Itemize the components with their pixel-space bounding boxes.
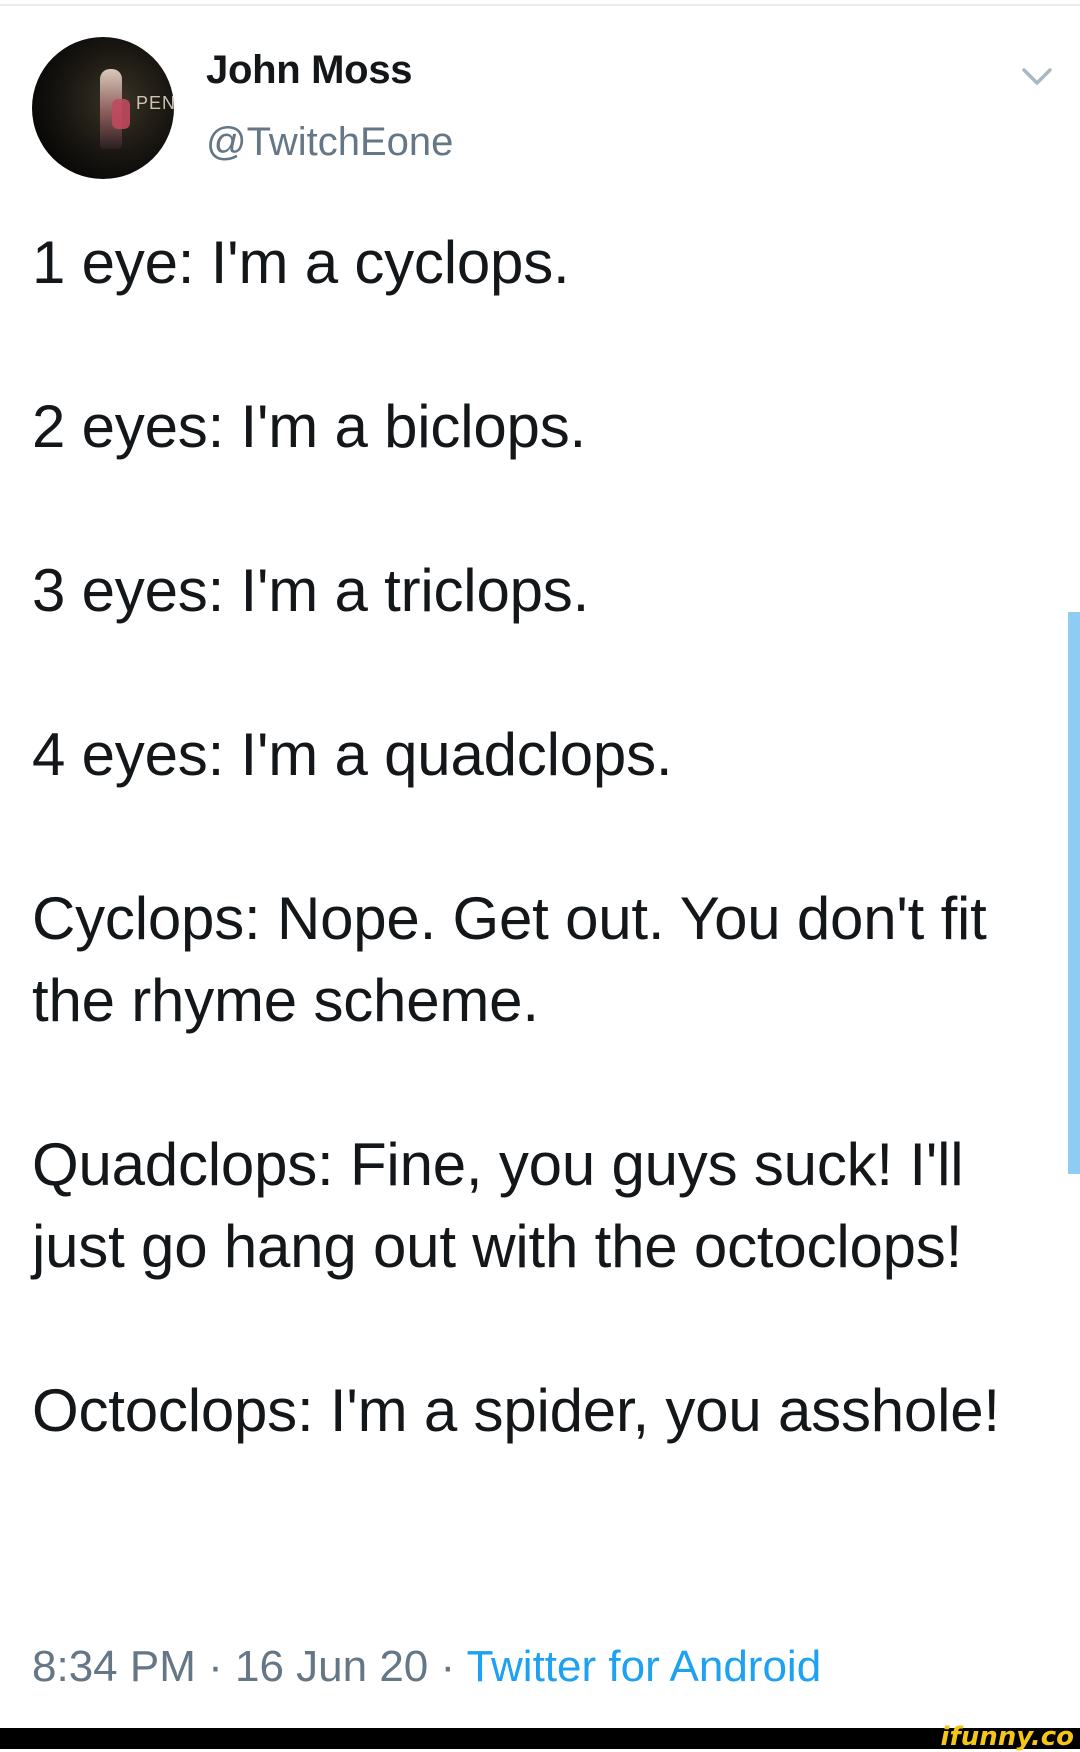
tweet-paragraph: 1 eye: I'm a cyclops. — [32, 229, 570, 296]
tweet-source-link[interactable]: Twitter for Android — [467, 1642, 822, 1691]
avatar-sign-text: PENN — [136, 93, 174, 113]
ifunny-watermark: ifunny.co — [940, 1722, 1074, 1752]
tweet-metadata: 8:34 PM · 16 Jun 20 · Twitter for Androi… — [32, 1642, 821, 1692]
author-display-name[interactable]: John Moss — [206, 48, 413, 93]
tweet-paragraph: 3 eyes: I'm a triclops. — [32, 557, 590, 624]
watermark-bar: ifunny.co — [0, 1722, 1080, 1752]
tweet-paragraph: Quadclops: Fine, you guys suck! I'll jus… — [32, 1131, 964, 1280]
avatar[interactable]: PENN — [32, 37, 174, 179]
avatar-stage-light — [112, 99, 130, 129]
meta-separator: · — [428, 1642, 467, 1691]
tweet-time[interactable]: 8:34 PM — [32, 1642, 196, 1691]
tweet-paragraph: 2 eyes: I'm a biclops. — [32, 393, 586, 460]
meta-separator: · — [195, 1642, 235, 1691]
tweet-date[interactable]: 16 Jun 20 — [235, 1642, 428, 1691]
chevron-down-icon[interactable] — [1020, 64, 1054, 90]
tweet-paragraph: Cyclops: Nope. Get out. You don't fit th… — [32, 885, 987, 1034]
tweet-text: 1 eye: I'm a cyclops. 2 eyes: I'm a bicl… — [32, 222, 1022, 1452]
top-divider — [0, 4, 1080, 6]
scrollbar[interactable] — [1068, 612, 1080, 1174]
author-handle[interactable]: @TwitchEone — [206, 120, 453, 165]
tweet-paragraph: 4 eyes: I'm a quadclops. — [32, 721, 673, 788]
tweet-paragraph: Octoclops: I'm a spider, you asshole! — [32, 1377, 1000, 1444]
